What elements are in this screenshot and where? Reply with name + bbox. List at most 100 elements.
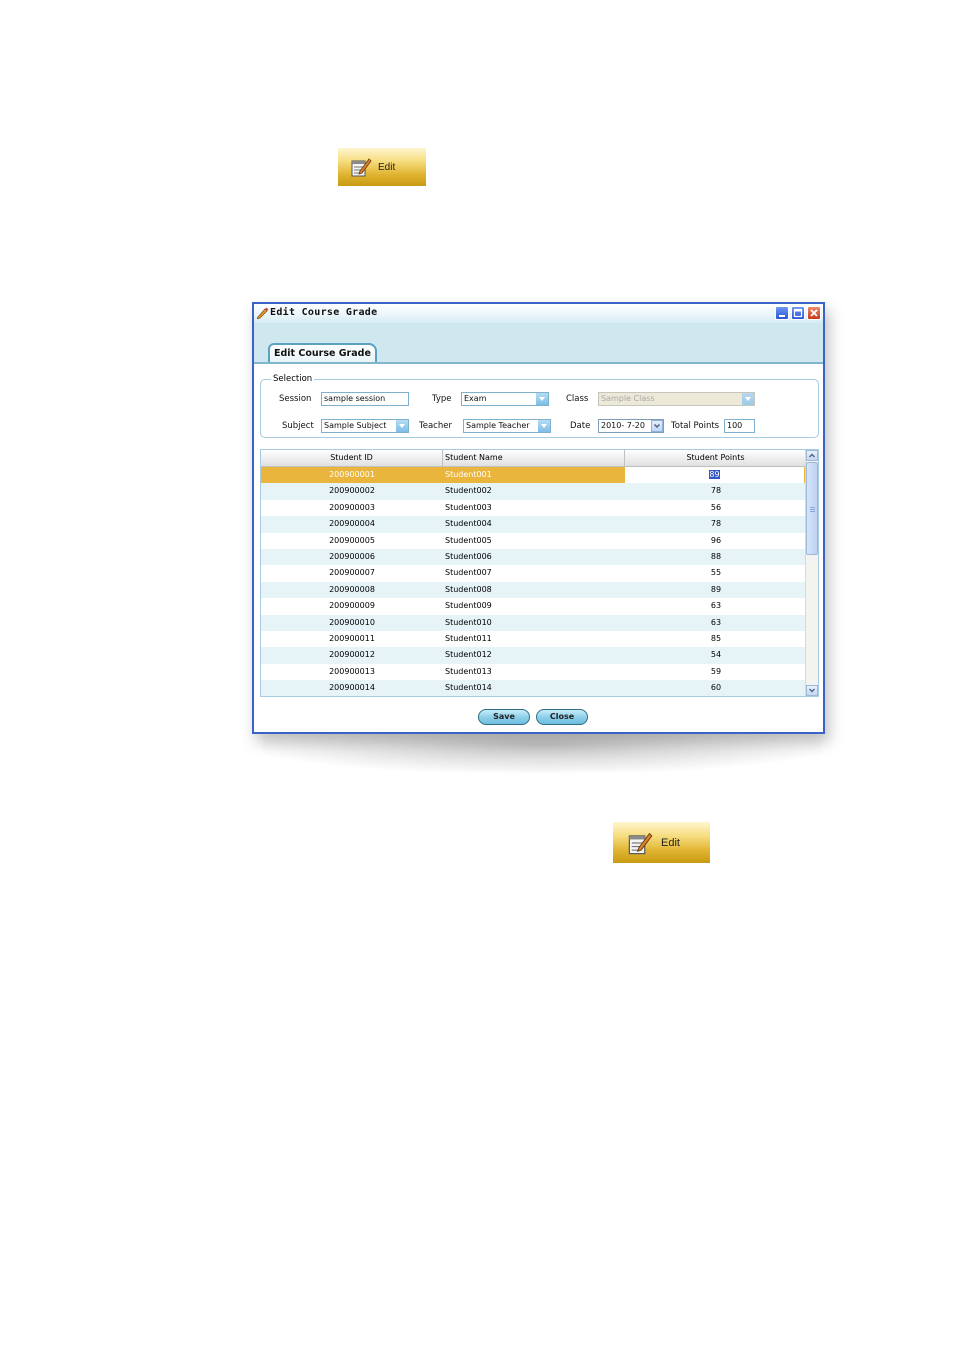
scroll-up-icon[interactable] [806, 450, 818, 461]
cell-student-name: Student002 [445, 486, 492, 496]
table-row[interactable]: 200900013 Student013 59 [261, 663, 811, 681]
cell-student-name: Student006 [445, 551, 492, 561]
chevron-down-icon[interactable] [538, 420, 550, 432]
cell-student-points[interactable]: 63 [625, 615, 807, 631]
cell-student-points[interactable]: 56 [625, 500, 807, 516]
subject-label: Subject [282, 421, 314, 431]
class-select[interactable]: Sample Class [598, 392, 755, 406]
cell-student-id: 200900003 [329, 502, 375, 512]
title-bar[interactable]: Edit Course Grade [254, 304, 823, 324]
cell-student-points[interactable]: 55 [625, 565, 807, 581]
session-label: Session [279, 394, 312, 404]
tab-strip: Edit Course Grade [254, 323, 823, 364]
close-icon[interactable] [807, 306, 821, 320]
chevron-down-icon[interactable] [742, 393, 754, 405]
cell-student-name: Student003 [445, 502, 492, 512]
notepad-pencil-icon [627, 830, 653, 856]
column-header-student-name[interactable]: Student Name [443, 450, 625, 466]
edit-button-label: Edit [378, 161, 396, 173]
table-row[interactable]: 200900009 Student009 63 [261, 598, 811, 615]
table-row[interactable]: 200900005 Student005 96 [261, 532, 811, 549]
grades-table: Student ID Student Name Student Points 2… [260, 449, 819, 697]
cell-student-points[interactable]: 54 [625, 647, 807, 663]
minimize-icon[interactable] [775, 306, 789, 320]
cell-student-name: Student007 [445, 568, 492, 578]
notepad-pencil-icon [350, 156, 372, 178]
teacher-label: Teacher [419, 421, 452, 431]
cell-student-points[interactable]: 78 [625, 516, 807, 532]
table-row[interactable]: 200900011 Student011 85 [261, 630, 811, 648]
table-row[interactable]: 200900008 Student008 89 [261, 581, 811, 599]
cell-student-points-editor[interactable]: 89 [625, 467, 807, 484]
cell-student-name: Student005 [445, 535, 492, 545]
pencil-icon [256, 307, 269, 320]
cell-student-name: Student012 [445, 650, 492, 660]
subject-select-value: Sample Subject [324, 421, 387, 430]
table-row[interactable]: 200900003 Student003 56 [261, 499, 811, 517]
table-row[interactable]: 200900014 Student014 60 [261, 680, 811, 696]
cell-student-points[interactable]: 96 [625, 533, 807, 549]
cell-student-points[interactable]: 78 [625, 483, 807, 499]
vertical-scrollbar[interactable] [805, 450, 818, 696]
cell-student-id: 200900004 [329, 519, 375, 529]
chevron-down-icon[interactable] [651, 420, 663, 432]
scroll-down-icon[interactable] [806, 685, 818, 696]
cell-student-name: Student001 [445, 470, 492, 479]
teacher-select[interactable]: Sample Teacher [463, 419, 551, 433]
cell-student-points[interactable]: 59 [625, 664, 807, 680]
cell-student-name: Student008 [445, 584, 492, 594]
close-button[interactable]: Close [536, 709, 588, 725]
edit-button[interactable]: Edit [613, 822, 710, 863]
scrollbar-thumb[interactable] [806, 462, 818, 555]
cell-student-id: 200900002 [329, 486, 375, 496]
table-row[interactable]: 200900002 Student002 78 [261, 483, 811, 500]
table-row[interactable]: 200900006 Student006 88 [261, 548, 811, 566]
table-row[interactable]: 200900001 Student001 89 [261, 467, 811, 484]
selection-legend: Selection [273, 374, 313, 384]
cell-student-name: Student014 [445, 683, 492, 693]
edit-button-label: Edit [661, 836, 680, 849]
subject-select[interactable]: Sample Subject [321, 419, 409, 433]
cell-student-id: 200900008 [329, 584, 375, 594]
cell-student-id: 200900005 [329, 535, 375, 545]
type-select-value: Exam [464, 394, 487, 403]
chevron-down-icon[interactable] [536, 393, 548, 405]
table-header: Student ID Student Name Student Points [261, 450, 807, 467]
table-row[interactable]: 200900010 Student010 63 [261, 614, 811, 631]
tab-edit-course-grade[interactable]: Edit Course Grade [268, 343, 377, 362]
cell-student-name: Student013 [445, 666, 492, 676]
cell-student-points[interactable]: 85 [625, 631, 807, 647]
cell-student-id: 200900006 [329, 551, 375, 561]
chevron-down-icon[interactable] [396, 420, 408, 432]
date-picker[interactable]: 2010- 7-20 [598, 419, 664, 433]
cell-student-name: Student004 [445, 519, 492, 529]
cell-student-name: Student009 [445, 601, 492, 611]
column-header-student-id[interactable]: Student ID [261, 450, 443, 466]
edit-course-grade-window: Edit Course Grade Edit Course Grade Sele… [252, 302, 825, 734]
cell-student-id: 200900010 [329, 617, 375, 627]
maximize-icon[interactable] [791, 306, 805, 320]
cell-student-points[interactable]: 89 [709, 470, 720, 479]
cell-student-name: Student010 [445, 617, 492, 627]
cell-student-points[interactable]: 63 [625, 598, 807, 614]
class-label: Class [566, 394, 589, 404]
cell-student-points[interactable]: 89 [625, 582, 807, 598]
cell-student-points[interactable]: 60 [625, 680, 807, 696]
cell-student-name: Student011 [445, 633, 492, 643]
total-points-label: Total Points [671, 421, 720, 431]
cell-student-id: 200900009 [329, 601, 375, 611]
date-picker-value: 2010- 7-20 [601, 421, 645, 430]
date-label: Date [570, 421, 591, 431]
session-input[interactable]: sample session [321, 392, 409, 406]
column-header-student-points[interactable]: Student Points [625, 450, 807, 466]
table-row[interactable]: 200900012 Student012 54 [261, 647, 811, 664]
cell-student-id: 200900001 [329, 470, 375, 479]
total-points-input[interactable]: 100 [724, 419, 755, 433]
save-button[interactable]: Save [478, 709, 530, 725]
edit-button[interactable]: Edit [338, 148, 426, 186]
cell-student-id: 200900012 [329, 650, 375, 660]
table-row[interactable]: 200900007 Student007 55 [261, 565, 811, 582]
cell-student-points[interactable]: 88 [625, 549, 807, 565]
type-select[interactable]: Exam [461, 392, 549, 406]
table-row[interactable]: 200900004 Student004 78 [261, 516, 811, 533]
